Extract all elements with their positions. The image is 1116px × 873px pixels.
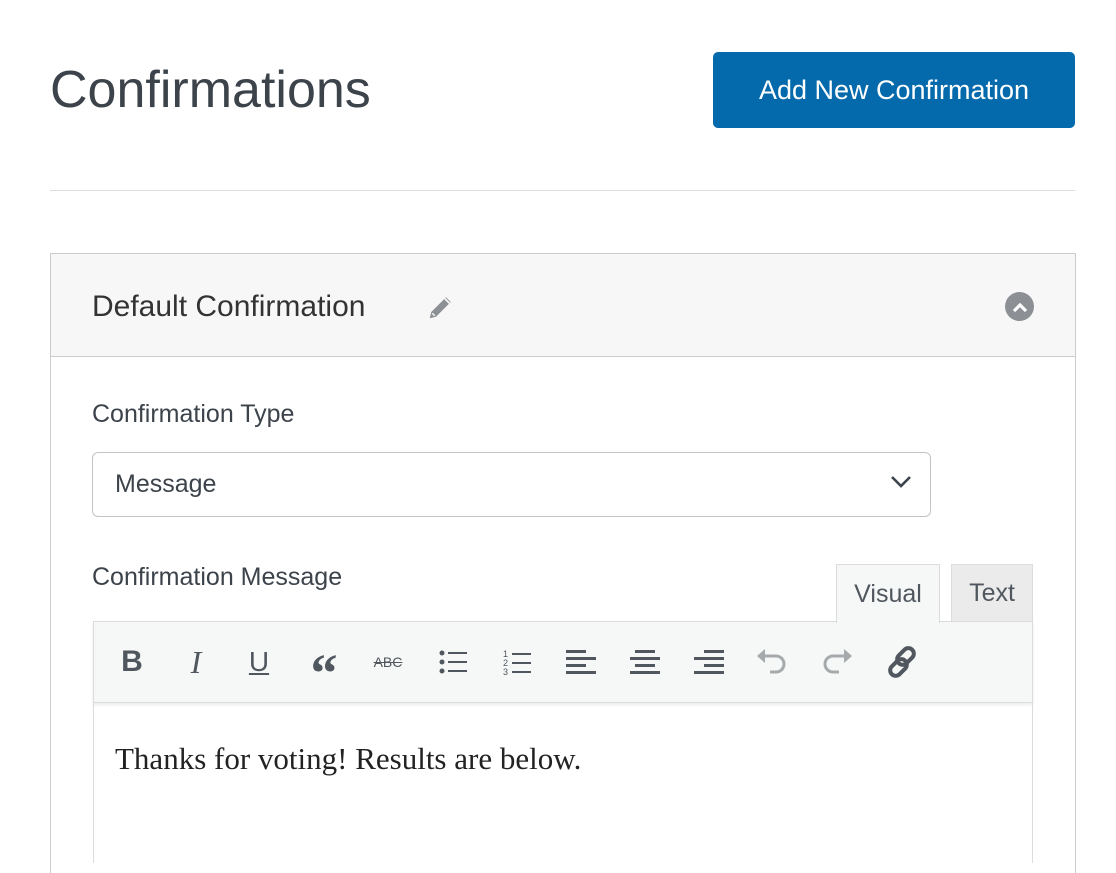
editor-content-area[interactable]: Thanks for voting! Results are below. [93, 703, 1033, 863]
undo-icon[interactable] [752, 642, 792, 682]
selected-value: Message [115, 470, 217, 498]
align-right-icon[interactable] [689, 642, 729, 682]
tab-visual[interactable]: Visual [836, 564, 940, 623]
underline-icon[interactable]: U [239, 642, 279, 682]
add-new-confirmation-button[interactable]: Add New Confirmation [713, 52, 1075, 128]
editor-content-text: Thanks for voting! Results are below. [115, 741, 582, 776]
bold-icon[interactable]: B [112, 642, 152, 682]
strikethrough-icon[interactable]: ABC [368, 642, 408, 682]
divider [50, 190, 1075, 191]
panel-title: Default Confirmation [92, 290, 366, 323]
italic-icon[interactable]: I [176, 642, 216, 682]
confirmation-type-label: Confirmation Type [92, 400, 295, 428]
confirmation-message-label: Confirmation Message [92, 563, 343, 591]
svg-text:3: 3 [503, 667, 508, 675]
numbered-list-icon[interactable]: 123 [497, 642, 537, 682]
pencil-icon[interactable] [426, 292, 456, 327]
tab-text[interactable]: Text [951, 564, 1033, 622]
collapse-chevron-up-icon[interactable] [1005, 292, 1034, 321]
chevron-down-icon [891, 476, 911, 488]
align-center-icon[interactable] [625, 642, 665, 682]
redo-icon[interactable] [817, 642, 857, 682]
panel-header[interactable]: Default Confirmation [51, 254, 1075, 357]
align-left-icon[interactable] [561, 642, 601, 682]
blockquote-icon[interactable]: “ [304, 642, 344, 703]
bulleted-list-icon[interactable] [433, 642, 473, 682]
editor-toolbar: B I U “ ABC 123 [93, 621, 1033, 703]
link-icon[interactable] [882, 642, 922, 682]
page-title: Confirmations [50, 61, 371, 119]
confirmation-type-select[interactable]: Message [92, 452, 931, 517]
